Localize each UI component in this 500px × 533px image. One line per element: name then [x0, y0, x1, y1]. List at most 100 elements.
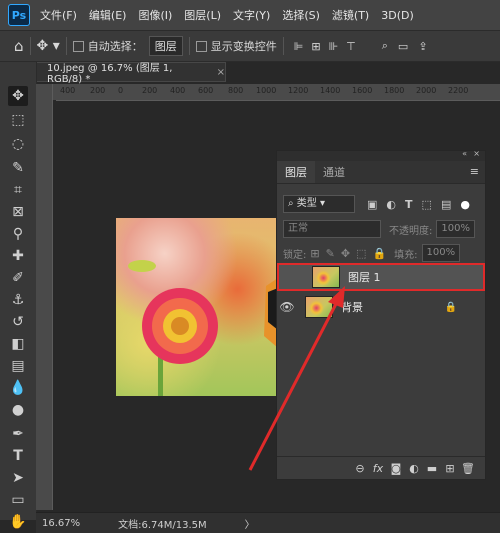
brush-tool-icon[interactable]: ✐ [8, 268, 28, 288]
filter-shape-icon[interactable]: ⬚ [422, 198, 432, 211]
ruler-tick: 1400 [320, 86, 341, 95]
quick-select-tool-icon[interactable]: ✎ [8, 158, 28, 178]
stamp-tool-icon[interactable]: ⚓ [8, 290, 28, 310]
layer-name[interactable]: 图层 1 [348, 269, 381, 285]
panel-menu-icon[interactable]: ≡ [470, 165, 479, 178]
trash-icon[interactable]: 🗑 [459, 462, 477, 475]
align-top-icon[interactable]: ⊤ [346, 40, 356, 53]
folder-icon[interactable]: ▬ [423, 462, 441, 475]
status-bar: 16.67% 文档:6.74M/13.5M 〉 [36, 512, 500, 533]
tools-panel: ✥ ⬚ ◌ ✎ ⌗ ⊠ ⚲ ✚ ✐ ⚓ ↺ ◧ ▤ 💧 ● ✒ T ➤ ▭ [0, 62, 37, 520]
frame-tool-icon[interactable]: ⊠ [8, 202, 28, 222]
menu-layer[interactable]: 图层(L) [184, 7, 221, 23]
blend-mode-dropdown[interactable]: 正常 [283, 220, 381, 238]
panel-bottom-bar: ⊖ fx ◙ ◐ ▬ ⊞ 🗑 [277, 456, 485, 479]
filter-pixel-icon[interactable]: ▣ [367, 198, 377, 211]
auto-select-dropdown[interactable]: 图层 [148, 36, 183, 56]
align-right-icon[interactable]: ⊪ [329, 40, 339, 53]
new-layer-icon[interactable]: ⊞ [441, 462, 459, 475]
filter-kind-dropdown[interactable]: ⌕ 类型 ▾ [283, 195, 355, 213]
layer-row-selected[interactable]: 图层 1 [277, 263, 485, 291]
path-select-tool-icon[interactable]: ➤ [8, 468, 28, 488]
ruler-tick: 0 [118, 86, 124, 95]
zoom-level[interactable]: 16.67% [42, 518, 80, 529]
document-tab[interactable]: 10.jpeg @ 16.7% (图层 1, RGB/8) * × [36, 62, 226, 85]
tab-channels[interactable]: 通道 [315, 161, 353, 183]
menu-type[interactable]: 文字(Y) [233, 7, 270, 23]
align-left-icon[interactable]: ⊫ [294, 40, 304, 53]
auto-select-checkbox[interactable] [72, 40, 84, 52]
lock-image-icon[interactable]: ✎ [326, 247, 335, 260]
healing-brush-tool-icon[interactable]: ✚ [8, 246, 28, 266]
gradient-tool-icon[interactable]: ▤ [8, 356, 28, 376]
eraser-tool-icon[interactable]: ◧ [8, 334, 28, 354]
align-center-icon[interactable]: ⊞ [311, 40, 320, 53]
layer-row[interactable]: 👁 背景 🔒 [277, 293, 485, 321]
lock-label: 锁定: [283, 249, 307, 261]
fx-icon[interactable]: fx [369, 462, 387, 475]
close-tab-icon[interactable]: × [217, 67, 225, 78]
shape-tool-icon[interactable]: ▭ [8, 490, 28, 510]
mask-icon[interactable]: ◙ [387, 462, 405, 475]
menu-file[interactable]: 文件(F) [40, 7, 77, 23]
document-tab-title: 10.jpeg @ 16.7% (图层 1, RGB/8) * [47, 63, 173, 85]
hand-tool-icon[interactable]: ✋ [8, 512, 28, 532]
lasso-tool-icon[interactable]: ◌ [8, 134, 28, 154]
move-tool-icon[interactable]: ✥ [8, 86, 28, 106]
close-panel-icon[interactable]: × [473, 149, 480, 158]
blur-tool-icon[interactable]: 💧 [8, 378, 28, 398]
status-arrow-icon[interactable]: 〉 [245, 516, 255, 531]
ruler-tick: 600 [198, 86, 214, 95]
flower-image[interactable] [116, 218, 278, 396]
menu-select[interactable]: 选择(S) [282, 7, 320, 23]
menu-3d[interactable]: 3D(D) [381, 9, 414, 22]
ruler-tick: 800 [228, 86, 244, 95]
opacity-label: 不透明度: [389, 225, 433, 237]
type-tool-icon[interactable]: T [8, 446, 28, 466]
fill-label: 填充: [394, 249, 418, 261]
filter-toggle-icon[interactable]: ● [460, 198, 470, 211]
tab-layers[interactable]: 图层 [277, 161, 315, 183]
ruler-tick: 400 [170, 86, 186, 95]
ruler-tick: 1000 [256, 86, 277, 95]
history-brush-tool-icon[interactable]: ↺ [8, 312, 28, 332]
pen-tool-icon[interactable]: ✒ [8, 424, 28, 444]
show-transform-checkbox[interactable] [195, 40, 207, 52]
search-icon[interactable]: ⌕ [382, 39, 388, 53]
home-icon[interactable]: ⌂ [14, 37, 24, 55]
eyedropper-tool-icon[interactable]: ⚲ [8, 224, 28, 244]
crop-tool-icon[interactable]: ⌗ [8, 180, 28, 200]
ruler-tick: 1800 [384, 86, 405, 95]
fill-field[interactable]: 100% [421, 244, 461, 262]
share-icon[interactable]: ⇪ [418, 40, 427, 53]
collapse-icon[interactable]: « [462, 149, 467, 158]
lock-all-icon[interactable]: 🔒 [372, 247, 386, 260]
lock-artboard-icon[interactable]: ⬚ [356, 247, 366, 260]
lock-transparent-icon[interactable]: ⊞ [310, 247, 319, 260]
lock-position-icon[interactable]: ✥ [341, 247, 350, 260]
ruler-tick: 200 [90, 86, 106, 95]
document-info: 文档:6.74M/13.5M [118, 519, 207, 531]
menu-filter[interactable]: 滤镜(T) [332, 7, 369, 23]
filter-type-icon[interactable]: T [405, 198, 413, 211]
ruler-tick: 2000 [416, 86, 437, 95]
workspace-icon[interactable]: ▭ [398, 40, 408, 53]
filter-kind-label: 类型 [296, 198, 317, 209]
filter-adjustment-icon[interactable]: ◐ [386, 198, 396, 211]
dodge-tool-icon[interactable]: ● [8, 400, 28, 420]
flower-illustration [128, 260, 278, 396]
link-icon[interactable]: ⊖ [351, 462, 369, 475]
marquee-tool-icon[interactable]: ⬚ [8, 110, 28, 130]
ruler-tick: 1200 [288, 86, 309, 95]
move-tool-icon[interactable]: ✥ ▾ [37, 38, 60, 54]
adjustment-icon[interactable]: ◐ [405, 462, 423, 475]
ruler-tick: 400 [60, 86, 76, 95]
opacity-field[interactable]: 100% [436, 220, 475, 238]
filter-smart-object-icon[interactable]: ▤ [441, 198, 451, 211]
layer-name[interactable]: 背景 [341, 299, 363, 315]
menu-bar: Ps 文件(F) 编辑(E) 图像(I) 图层(L) 文字(Y) 选择(S) 滤… [0, 0, 500, 30]
eye-icon[interactable]: 👁 [277, 300, 297, 314]
menu-image[interactable]: 图像(I) [138, 7, 172, 23]
blend-row: 正常 不透明度: 100% [277, 219, 485, 239]
menu-edit[interactable]: 编辑(E) [89, 7, 127, 23]
